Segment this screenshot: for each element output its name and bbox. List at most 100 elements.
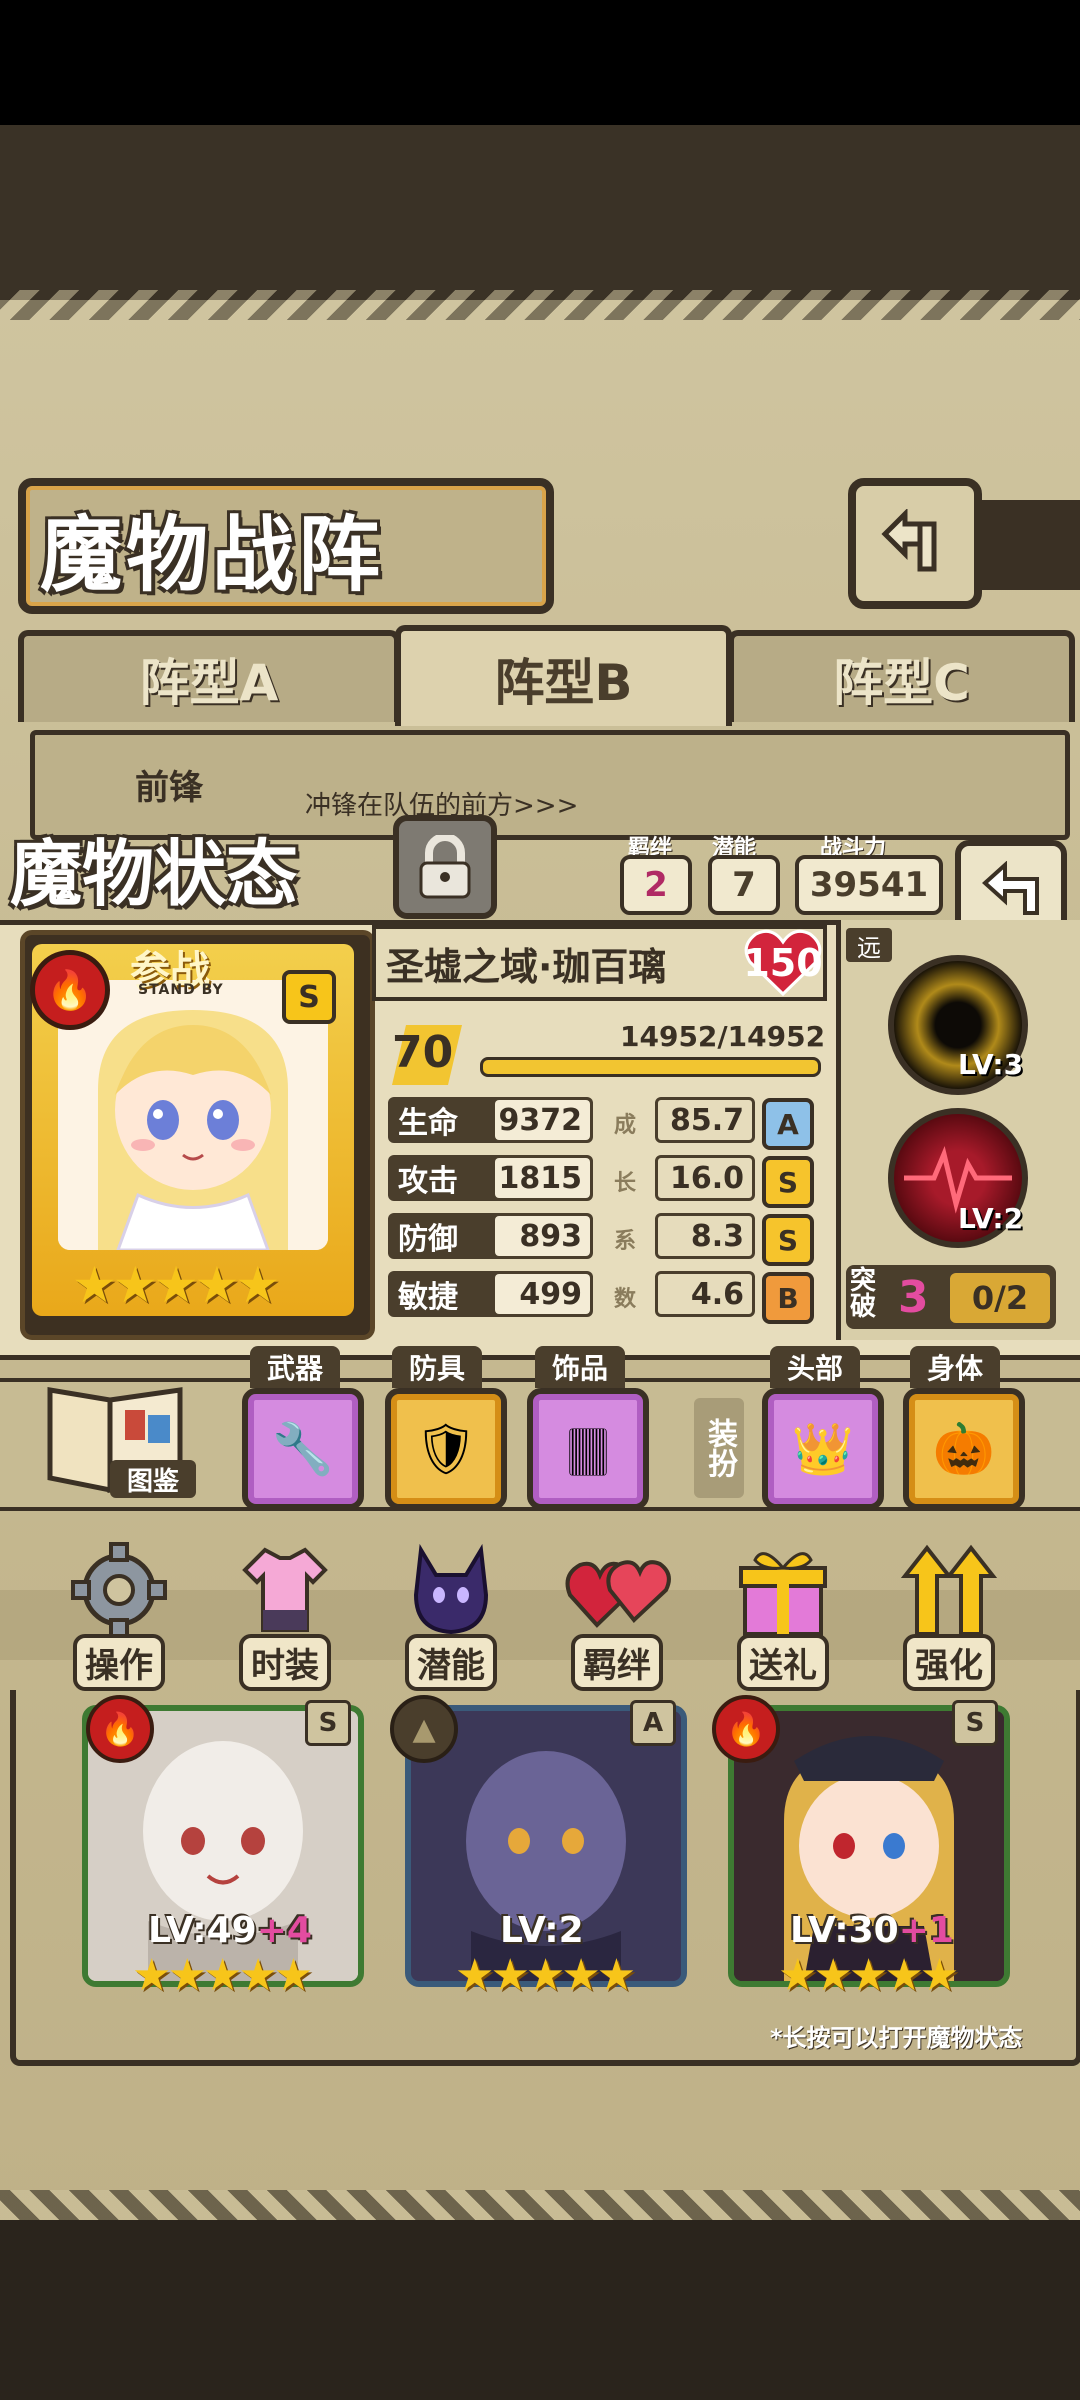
breakthrough-label: 突破: [850, 1266, 877, 1322]
lock-button[interactable]: [393, 815, 497, 919]
hint-text: *长按可以打开魔物状态: [770, 2024, 1023, 2052]
fire-element-icon: 🔥: [712, 1695, 780, 1763]
hp-text: 14952/14952: [620, 1020, 826, 1053]
menu-gift[interactable]: 送礼: [724, 1540, 842, 1691]
tab-formation-b[interactable]: 阵型B: [395, 625, 732, 726]
growth-agi: 4.6: [655, 1271, 755, 1317]
menu-label: 操作: [73, 1634, 165, 1691]
body-slot[interactable]: 🎃: [903, 1388, 1025, 1510]
menu-enhance[interactable]: 强化: [890, 1540, 1008, 1691]
rank-badge: S: [282, 970, 336, 1024]
level-text: LV:49: [148, 1910, 257, 1951]
lock-icon: [419, 835, 471, 899]
back-button-shadow: [975, 500, 1080, 590]
status-bar: [0, 0, 1080, 125]
tab-formation-c[interactable]: 阵型C: [728, 630, 1075, 722]
team-2-level: LV:2: [500, 1910, 584, 1951]
stat-hp-value: 9372: [495, 1100, 590, 1140]
gift-icon: [728, 1540, 838, 1640]
hearts-icon: [562, 1540, 672, 1640]
level-value: 70: [392, 1027, 454, 1078]
upgrade-arrows-icon: [894, 1540, 1004, 1640]
affection-value: 150: [743, 941, 823, 985]
menu-label: 时装: [239, 1634, 331, 1691]
grade-badge: S: [762, 1156, 814, 1208]
tab-formation-a[interactable]: 阵型A: [18, 630, 400, 722]
range-tag: 远: [846, 928, 892, 962]
status-title: 魔物状态: [10, 831, 299, 916]
growth-char: 数: [614, 1287, 637, 1312]
stat-agi-value: 499: [495, 1274, 590, 1314]
breakthrough-progress[interactable]: 0/2: [950, 1273, 1050, 1323]
fire-element-icon: 🔥: [30, 950, 110, 1030]
affection-heart-icon: 150: [742, 928, 824, 998]
body-label: 身体: [910, 1346, 1000, 1388]
codex-label: 图鉴: [110, 1460, 196, 1498]
power-value: 39541: [795, 855, 943, 915]
bond-value: 2: [620, 855, 692, 915]
menu-label: 羁绊: [571, 1634, 663, 1691]
stat-label-text: 敏捷: [398, 1280, 458, 1315]
armor-icon: 🛡: [414, 1419, 478, 1478]
level-text: LV:30: [790, 1910, 899, 1951]
team-2-stars: ★★★★★: [455, 1950, 636, 2001]
rank-badge: S: [952, 1700, 998, 1746]
menu-label: 强化: [903, 1634, 995, 1691]
head-label: 头部: [770, 1346, 860, 1388]
hp-bar: [480, 1057, 821, 1077]
dress-up-text: 装扮: [702, 1418, 737, 1478]
growth-def: 8.3: [655, 1213, 755, 1259]
accessory-label: 饰品: [535, 1346, 625, 1388]
earth-element-icon: ▲: [390, 1695, 458, 1763]
weapon-slot[interactable]: 🔧: [242, 1388, 364, 1510]
rank-badge: A: [630, 1700, 676, 1746]
stat-label-text: 攻击: [398, 1164, 458, 1199]
rank-badge: S: [305, 1700, 351, 1746]
outfit-icon: [230, 1540, 340, 1640]
monster-name-text: 圣墟之域·珈百璃: [386, 944, 667, 989]
team-1-level: LV:49+4: [148, 1910, 312, 1951]
tiara-icon: 👑: [791, 1419, 855, 1478]
level-text: LV:2: [500, 1910, 584, 1951]
torn-edge-top: [0, 290, 1080, 320]
menu-fashion[interactable]: 时装: [226, 1540, 344, 1691]
grade-badge: S: [762, 1214, 814, 1266]
growth-char: 长: [614, 1171, 637, 1196]
menu-operation[interactable]: 操作: [60, 1540, 178, 1691]
breakthrough-value: 3: [898, 1272, 929, 1323]
stat-def-value: 893: [495, 1216, 590, 1256]
back-arrow-icon: [881, 508, 937, 571]
demon-icon: [396, 1540, 506, 1640]
growth-atk: 16.0: [655, 1155, 755, 1201]
bottom-band: [0, 2220, 1080, 2400]
fire-element-icon: 🔥: [86, 1695, 154, 1763]
accessory-slot[interactable]: 🀫: [527, 1388, 649, 1510]
team-3-stars: ★★★★★: [778, 1950, 959, 2001]
menu-potential[interactable]: 潜能: [392, 1540, 510, 1691]
back-button[interactable]: [848, 478, 982, 609]
gear-icon: [64, 1540, 174, 1640]
tab-label: 阵型A: [139, 654, 279, 712]
growth-hp: 85.7: [655, 1097, 755, 1143]
grade-badge: A: [762, 1098, 814, 1150]
stat-label-text: 防御: [398, 1222, 458, 1257]
tablet-icon: 🀫: [568, 1419, 608, 1478]
vanguard-label: 前锋: [135, 768, 203, 808]
team-3-level: LV:30+1: [790, 1910, 954, 1951]
map-band: [0, 125, 1080, 305]
stat-atk-value: 1815: [495, 1158, 590, 1198]
skill-2-level: LV:2: [958, 1202, 1024, 1235]
star-rating: ★★★★★: [72, 1256, 280, 1314]
head-slot[interactable]: 👑: [762, 1388, 884, 1510]
team-1-stars: ★★★★★: [132, 1950, 313, 2001]
skill-1-level: LV:3: [958, 1048, 1024, 1081]
menu-bond[interactable]: 羁绊: [558, 1540, 676, 1691]
weapon-label: 武器: [250, 1346, 340, 1388]
armor-slot[interactable]: 🛡: [385, 1388, 507, 1510]
level-plus: +1: [898, 1910, 954, 1951]
page-title: 魔物战阵: [40, 507, 385, 603]
tab-label: 阵型C: [833, 654, 970, 712]
grade-badge: B: [762, 1272, 814, 1324]
standby-label-en: STAND BY: [138, 982, 224, 998]
return-arrow-icon: [982, 860, 1039, 915]
